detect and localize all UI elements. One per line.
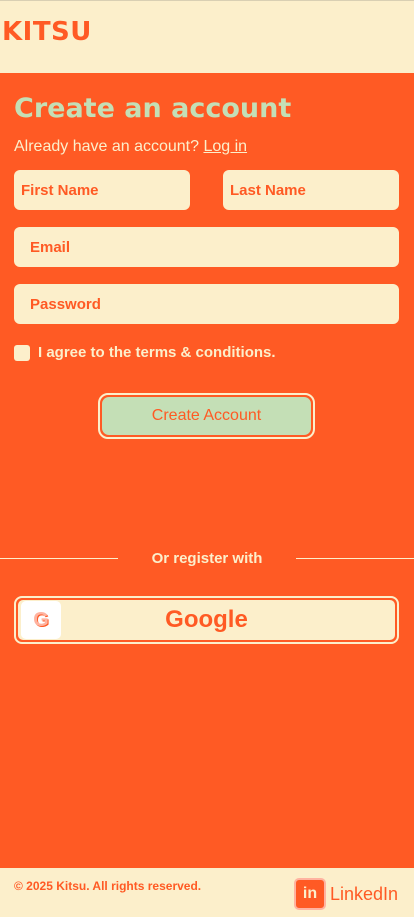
footer: © 2025 Kitsu. All rights reserved. in Li… (0, 868, 414, 917)
email-placeholder: Email (30, 238, 71, 256)
terms-label[interactable]: I agree to the terms & conditions. (38, 344, 276, 361)
login-link[interactable]: Log in (203, 138, 247, 155)
terms-row: I agree to the terms & conditions. (14, 344, 276, 361)
create-account-label: Create Account (102, 397, 311, 435)
password-field[interactable]: Password (14, 284, 399, 324)
google-button-body: G Google (18, 600, 395, 640)
page-title: Create an account (14, 93, 292, 124)
brand-logo[interactable]: KITSU (2, 17, 92, 47)
last-name-field[interactable]: Last Name (223, 170, 399, 210)
social-divider: Or register with (0, 548, 414, 568)
divider-line-right (296, 557, 414, 559)
divider-line-left (0, 557, 118, 559)
email-field[interactable]: Email (14, 227, 399, 267)
login-prompt-text: Already have an account? (14, 138, 200, 155)
google-register-button[interactable]: G Google (14, 596, 399, 644)
first-name-field[interactable]: First Name (14, 170, 190, 210)
create-account-button[interactable]: Create Account (98, 393, 315, 439)
terms-checkbox[interactable] (14, 344, 30, 361)
password-placeholder: Password (30, 295, 101, 313)
first-name-placeholder: First Name (21, 181, 99, 199)
top-bar: KITSU (0, 0, 414, 73)
divider-label: Or register with (151, 549, 263, 567)
copyright-text: © 2025 Kitsu. All rights reserved. (14, 879, 202, 893)
linkedin-link[interactable]: in LinkedIn (294, 878, 398, 910)
google-label: Google (165, 606, 248, 633)
login-prompt: Already have an account? Log in (14, 138, 247, 156)
linkedin-label: LinkedIn (330, 883, 399, 904)
linkedin-icon: in (294, 878, 326, 910)
last-name-placeholder: Last Name (230, 181, 306, 199)
google-icon: G (21, 601, 61, 639)
